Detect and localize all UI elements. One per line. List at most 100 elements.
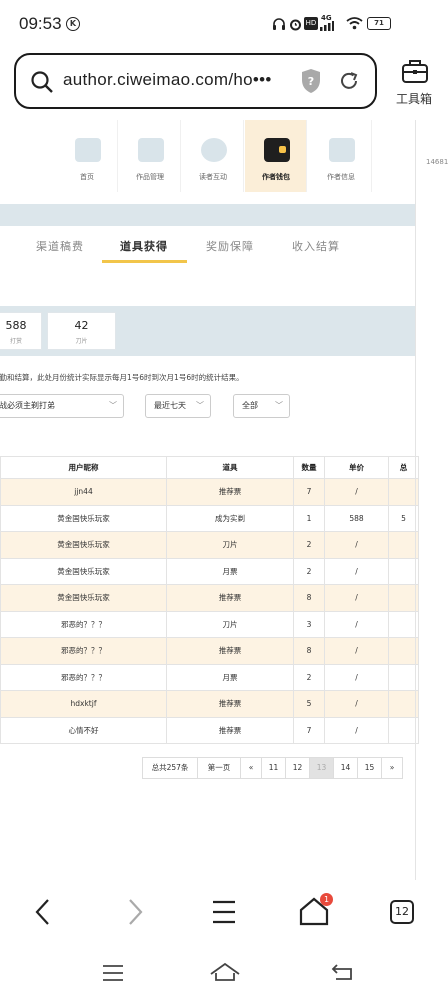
cell-qty: 5 [293,690,325,718]
toolbox-label: 工具箱 [395,92,432,106]
tab-channel-fee[interactable]: 渠道稿费 [36,238,84,254]
period-select[interactable]: 最近七天 ﹀ [145,394,211,418]
book-icon [138,138,164,162]
nav-item-readers[interactable]: 读者互动 [182,120,244,192]
cell-price: / [324,690,389,718]
pagination-total: 总共257条 [142,757,198,779]
k-app-icon: K [66,17,80,31]
wallet-tabs: 渠道稿费 道具获得 奖励保障 收入结算 [0,226,416,274]
type-select[interactable]: 全部 ﹀ [233,394,290,418]
cell-total: 5 [388,504,419,532]
cell-qty: 2 [293,557,325,585]
first-page-button[interactable]: 第一页 [197,757,241,779]
nav-item-works[interactable]: 作品管理 [119,120,181,192]
tab-props-received[interactable]: 道具获得 [120,238,168,254]
cell-price: / [324,531,389,559]
browser-bottom-bar: 1 12 [0,880,448,944]
cell-price: / [324,663,389,691]
nav-item-label: 作者钱包 [262,173,290,181]
search-icon [31,71,53,93]
cell-user: 心情不好 [0,716,167,744]
recents-menu-icon[interactable] [101,963,125,983]
reload-icon[interactable] [338,70,360,92]
page-button[interactable]: 14 [333,757,358,779]
type-select-value: 全部 [242,401,258,410]
alarm-icon [290,19,301,31]
nav-item-label: 作者信息 [327,173,355,181]
cell-price: / [324,610,389,638]
book-select-value: 战必须主剃打弟 [0,401,55,410]
summary-label: 刀片 [75,338,88,345]
back-icon[interactable] [30,897,58,927]
home-nav-icon[interactable] [209,961,241,983]
hd-badge: HD [304,17,318,30]
signal-icon [320,21,334,31]
cell-total [388,478,419,506]
pagination: 总共257条 第一页 « 11 12 13 14 15 » [142,757,403,779]
nav-item-author-info[interactable]: 作者信息 [310,120,372,192]
forward-icon[interactable] [120,897,148,927]
toolbox-button[interactable]: 工具箱 [388,58,440,110]
cell-total [388,531,419,559]
summary-card-reward: 588 打赏 [0,312,42,350]
back-nav-icon[interactable] [330,962,354,982]
table-row: 黄金国快乐玩家 成为实剃 1 588 5 [0,504,419,532]
menu-icon[interactable] [210,898,238,926]
table-row: 黄金国快乐玩家 推荐票 8/ [0,584,419,612]
nav-item-label: 作品管理 [136,173,164,181]
cell-total [388,610,419,638]
chevron-down-icon: ﹀ [109,401,117,410]
summary-value: 588 [5,319,27,332]
book-select[interactable]: 战必须主剃打弟 ﹀ [0,394,124,418]
nav-item-label: 首页 [80,173,94,181]
toolbox-icon [402,60,428,83]
tab-income-settlement[interactable]: 收入结算 [292,238,340,254]
table-row: 心情不好 推荐票 7/ [0,716,419,744]
cell-user: 黄金国快乐玩家 [0,557,167,585]
notification-badge: 1 [320,893,333,906]
next-page-button[interactable]: » [381,757,403,779]
cell-user: 黄金国快乐玩家 [0,584,167,612]
cell-price: / [324,557,389,585]
cell-user: 邪恶的？？？ [0,610,167,638]
nav-item-home[interactable]: 首页 [56,120,118,192]
wallet-icon [264,138,290,162]
table-row: 黄金国快乐玩家 刀片 2/ [0,531,419,559]
battery-level: 71 [374,19,384,27]
page-button[interactable]: 12 [285,757,310,779]
page-button-current[interactable]: 13 [309,757,334,779]
chevron-down-icon: ﹀ [275,401,283,410]
page-button[interactable]: 15 [357,757,382,779]
prev-page-button[interactable]: « [240,757,262,779]
shield-question-icon[interactable]: ? [300,68,322,94]
tab-count-button[interactable]: 12 [390,900,414,924]
address-bar[interactable]: author.ciweimao.com/ho••• ? [14,53,377,109]
cell-price: 588 [324,504,389,532]
column-header: 单价 [324,456,389,479]
url-text[interactable]: author.ciweimao.com/ho••• [63,70,272,90]
cell-item: 推荐票 [166,690,294,718]
table-header-row: 用户昵称 道具 数量 单价 总 [0,456,419,479]
web-page: 首页 作品管理 读者互动 作者钱包 作者信息 14681 渠道稿费 道具获得 奖… [0,120,448,880]
page-button[interactable]: 11 [261,757,286,779]
statistics-notice: 全勤和结算，此处月份统计实际显示每月1号6时到次月1号6时的统计结果。 [0,373,244,382]
tab-reward-guarantee[interactable]: 奖励保障 [206,238,254,254]
cell-total [388,663,419,691]
summary-value: 42 [74,319,89,332]
period-select-value: 最近七天 [154,401,186,410]
nav-item-wallet[interactable]: 作者钱包 [245,120,307,192]
cell-item: 成为实剃 [166,504,294,532]
table-row: hdxktjf 推荐票 5/ [0,690,419,718]
home-icon [75,138,101,162]
status-time: 09:53 [19,14,62,33]
cell-total [388,716,419,744]
cell-price: / [324,478,389,506]
cell-item: 推荐票 [166,478,294,506]
cell-user: 邪恶的？？？ [0,637,167,665]
active-tab-indicator [102,260,187,263]
id-card-icon [329,138,355,162]
column-header: 用户昵称 [0,456,167,479]
column-header: 总 [388,456,419,479]
cell-total [388,690,419,718]
cell-qty: 1 [293,504,325,532]
